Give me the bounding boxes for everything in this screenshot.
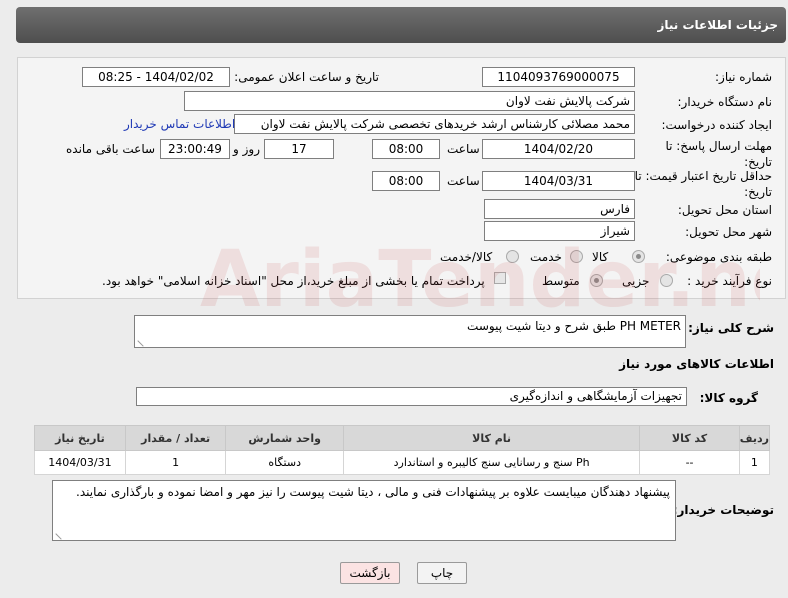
- cell-need-date: 1404/03/31: [34, 450, 126, 475]
- buyer-notes-label: توضیحات خریدار:: [672, 503, 774, 517]
- back-button[interactable]: بازگشت: [340, 562, 400, 584]
- cell-unit: دستگاه: [225, 450, 344, 475]
- buyer-org-label: نام دستگاه خریدار:: [677, 95, 773, 109]
- deadline-time-label: ساعت: [447, 142, 480, 156]
- deadline-date-field: 1404/02/20: [482, 139, 635, 159]
- col-code: کد کالا: [639, 425, 740, 451]
- price-validity-time-label: ساعت: [447, 174, 480, 188]
- process-option-medium: متوسط: [542, 274, 580, 288]
- buyer-contact-link[interactable]: اطلاعات تماس خریدار: [124, 117, 235, 131]
- category-label: طبقه بندی موضوعی:: [665, 250, 772, 264]
- cell-code: --: [639, 450, 740, 475]
- deadline-time-field: 08:00: [372, 139, 440, 159]
- city-field: شیراز: [484, 221, 635, 241]
- province-field: فارس: [484, 199, 635, 219]
- process-radio-medium[interactable]: [590, 274, 603, 287]
- price-validity-label: حداقل تاریخ اعتبار قیمت: تا تاریخ:: [634, 169, 772, 199]
- process-radio-minor[interactable]: [660, 274, 673, 287]
- deadline-days-label: روز و: [233, 142, 260, 156]
- need-number-label: شماره نیاز:: [715, 70, 772, 84]
- goods-group-label: گروه کالا:: [699, 391, 758, 405]
- description-text: PH METER طبق شرح و دیتا شیت پیوست: [467, 319, 681, 333]
- creator-field: محمد مصلائی کارشناس ارشد خریدهای تخصصی ش…: [234, 114, 635, 134]
- buyer-notes-text: پیشنهاد دهندگان میبایست علاوه بر پیشنهاد…: [76, 485, 670, 499]
- buyer-notes-field: پیشنهاد دهندگان میبایست علاوه بر پیشنهاد…: [52, 480, 676, 541]
- price-validity-time-field: 08:00: [372, 171, 440, 191]
- province-label: استان محل تحویل:: [677, 203, 772, 217]
- goods-table-header: ردیف کد کالا نام کالا واحد شمارش تعداد /…: [34, 425, 771, 451]
- category-option-goods-service: کالا/خدمت: [440, 250, 493, 264]
- process-option-minor: جزیی: [622, 274, 650, 288]
- goods-section-title: اطلاعات کالاهای مورد نیاز: [619, 357, 774, 371]
- deadline-days-field: 17: [264, 139, 334, 159]
- description-field: PH METER طبق شرح و دیتا شیت پیوست: [134, 315, 686, 348]
- cell-quantity: 1: [124, 450, 227, 475]
- announce-label: تاریخ و ساعت اعلان عمومی:: [234, 70, 379, 84]
- creator-label: ایجاد کننده درخواست:: [661, 118, 772, 132]
- category-radio-service[interactable]: [570, 250, 583, 263]
- cell-row: 1: [738, 450, 771, 475]
- category-option-goods: کالا: [592, 250, 609, 264]
- goods-group-field: تجهیزات آزمایشگاهی و اندازه‌گیری: [136, 387, 687, 406]
- col-row: ردیف: [738, 425, 771, 451]
- goods-table: ردیف کد کالا نام کالا واحد شمارش تعداد /…: [34, 425, 771, 475]
- table-row: 1 -- Ph سنج و رسانایی سنج کالیبره و استا…: [34, 450, 771, 475]
- city-label: شهر محل تحویل:: [685, 225, 772, 239]
- treasury-payment-note: پرداخت تمام یا بخشی از مبلغ خرید،از محل …: [102, 274, 485, 288]
- price-validity-date-field: 1404/03/31: [482, 171, 635, 191]
- remaining-time-label: ساعت باقی مانده: [66, 142, 156, 156]
- category-option-service: خدمت: [530, 250, 562, 264]
- treasury-payment-checkbox[interactable]: [494, 272, 506, 284]
- need-number-field: 1104093769000075: [482, 67, 635, 87]
- page-header: جزئیات اطلاعات نیاز: [16, 7, 786, 43]
- cell-name: Ph سنج و رسانایی سنج کالیبره و استاندارد: [342, 450, 641, 475]
- category-radio-goods-service[interactable]: [506, 250, 519, 263]
- category-radio-goods[interactable]: [632, 250, 645, 263]
- col-unit: واحد شمارش: [225, 425, 344, 451]
- process-label: نوع فرآیند خرید :: [687, 274, 772, 288]
- description-label: شرح کلی نیاز:: [688, 321, 774, 335]
- col-quantity: تعداد / مقدار: [124, 425, 227, 451]
- buyer-org-field: شرکت پالایش نفت لاوان: [184, 91, 635, 111]
- announce-field: 1404/02/02 - 08:25: [82, 67, 230, 87]
- deadline-label: مهلت ارسال پاسخ: تا تاریخ:: [665, 139, 772, 169]
- page-title: جزئیات اطلاعات نیاز: [657, 18, 778, 32]
- col-name: نام کالا: [342, 425, 641, 451]
- print-button[interactable]: چاپ: [417, 562, 467, 584]
- col-need-date: تاریخ نیاز: [34, 425, 126, 451]
- remaining-time-field: 23:00:49: [160, 139, 230, 159]
